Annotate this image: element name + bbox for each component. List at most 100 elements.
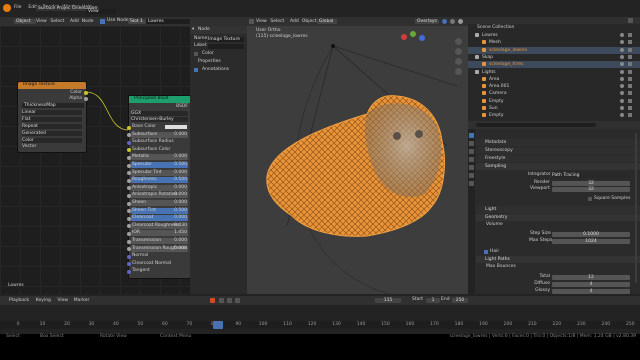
bsdf-input-row[interactable]: Anisotropic Rotation 0.000	[131, 192, 188, 199]
menu-file[interactable]: File	[14, 5, 22, 10]
properties-section-header[interactable]: Stereoscopy	[476, 147, 640, 154]
render-visibility-icon[interactable]	[628, 33, 632, 37]
view-layer-tab-icon[interactable]	[469, 149, 474, 154]
jump-start-icon[interactable]	[210, 298, 215, 303]
menu-select[interactable]: Select	[270, 19, 284, 24]
color-space-dropdown[interactable]: Color	[22, 138, 82, 143]
node-name-field[interactable]: Image Texture	[208, 37, 244, 42]
use-nodes-checkbox[interactable]	[100, 19, 105, 24]
menu-playback[interactable]: Playback	[9, 298, 29, 303]
render-visibility-icon[interactable]	[628, 69, 632, 74]
outliner-item[interactable]: Sun	[468, 105, 640, 112]
visibility-icon[interactable]	[620, 76, 624, 81]
visibility-icon[interactable]	[620, 106, 624, 110]
scene-tab-icon[interactable]	[469, 157, 474, 162]
playhead[interactable]	[213, 321, 223, 329]
visibility-icon[interactable]	[620, 40, 624, 45]
render-visibility-icon[interactable]	[628, 47, 632, 52]
start-frame-field[interactable]: 1	[426, 298, 440, 303]
shading-solid-icon[interactable]	[442, 19, 447, 24]
timeline-ruler[interactable]: 0102030405060708090100110120130140150160…	[0, 321, 640, 329]
image-texture-node[interactable]: Image Texture Color Alpha ThicknessMap L…	[18, 82, 88, 152]
editor-type-dropdown[interactable]: Object	[14, 19, 36, 24]
image-selector[interactable]: ThicknessMap	[22, 103, 84, 108]
object-tab-icon[interactable]	[469, 173, 474, 178]
world-tab-icon[interactable]	[469, 165, 474, 170]
interpolation-dropdown[interactable]: Linear	[22, 110, 82, 115]
bsdf-input-row[interactable]: IOR 1.450	[131, 230, 188, 237]
bsdf-input-row[interactable]: Base Color	[131, 124, 188, 130]
bsdf-input-row[interactable]: Subsurface 0.000	[131, 131, 188, 138]
outliner-item[interactable]: Camera	[468, 90, 640, 97]
bsdf-input-row[interactable]: Clearcoat 0.000	[131, 215, 188, 222]
render-tab-icon[interactable]	[469, 133, 474, 138]
outliner-item[interactable]: Skap	[468, 54, 640, 61]
shading-material-icon[interactable]	[450, 19, 455, 24]
jump-end-icon[interactable]	[235, 298, 240, 303]
projection-dropdown[interactable]: Flat	[22, 117, 82, 122]
volume-subpanel[interactable]: Volume	[486, 222, 503, 228]
render-visibility-icon[interactable]	[628, 84, 632, 89]
color-checkbox[interactable]	[194, 52, 198, 56]
menu-view[interactable]: View	[36, 19, 47, 24]
integrator-dropdown[interactable]: Path Tracing	[552, 173, 630, 178]
bsdf-input-row[interactable]: Specular 0.500	[131, 162, 188, 168]
outliner-item[interactable]: Empty	[468, 98, 640, 105]
menu-select[interactable]: Select	[50, 19, 64, 24]
play-reverse-icon[interactable]	[219, 298, 224, 303]
bsdf-input-row[interactable]: Clearcoat Normal	[131, 261, 188, 267]
color-swatch[interactable]	[165, 125, 187, 129]
outliner-item[interactable]: Lowres	[468, 32, 640, 39]
max-steps-field[interactable]: 1024	[552, 239, 630, 244]
geometry-panel-header[interactable]: Geometry	[476, 214, 640, 221]
render-visibility-icon[interactable]	[628, 62, 632, 67]
bsdf-input-row[interactable]: Subsurface Radius	[131, 139, 188, 145]
source-dropdown[interactable]: Generated	[22, 131, 82, 136]
visibility-icon[interactable]	[620, 113, 624, 118]
bounce-value-field[interactable]: 4	[552, 281, 630, 287]
bsdf-input-row[interactable]: Anisotropic 0.000	[131, 184, 188, 191]
bsdf-input-row[interactable]: Clearcoat Roughness 0.030	[131, 222, 188, 229]
step-size-field[interactable]: 0.1000	[552, 232, 630, 237]
bsdf-input-row[interactable]: Tangent	[131, 268, 188, 274]
menu-marker[interactable]: Marker	[74, 298, 90, 303]
menu-keying[interactable]: Keying	[36, 298, 51, 303]
menu-node[interactable]: Node	[82, 19, 94, 24]
play-icon[interactable]	[227, 298, 232, 303]
current-frame-field[interactable]: 115	[375, 298, 401, 303]
viewport-samples-field[interactable]: 32	[552, 187, 630, 192]
visibility-icon[interactable]	[620, 69, 624, 74]
outliner-item[interactable]: scleelage_lowres	[468, 46, 640, 54]
bsdf-input-row[interactable]: Metallic 0.000	[131, 154, 188, 161]
blender-logo-icon[interactable]	[3, 4, 11, 12]
light-panel-header[interactable]: Light	[476, 206, 640, 213]
node-section-header[interactable]: ▾ Node	[190, 26, 247, 34]
bsdf-input-row[interactable]: Specular Tint 0.000	[131, 169, 188, 176]
properties-section[interactable]: Properties	[198, 59, 221, 65]
output-tab-icon[interactable]	[469, 141, 474, 146]
render-visibility-icon[interactable]	[628, 54, 632, 59]
search-input[interactable]	[476, 123, 596, 127]
workspace-tab[interactable]: Surface Project	[36, 6, 74, 11]
orientation-dropdown[interactable]: Global	[317, 19, 337, 24]
max-bounces-subpanel[interactable]: Max Bounces	[486, 264, 516, 270]
end-frame-field[interactable]: 250	[452, 298, 468, 303]
overlays-button[interactable]: Overlays	[415, 19, 439, 24]
material-selector[interactable]: Lowres	[146, 19, 190, 24]
outliner-item[interactable]: Mesh	[468, 39, 640, 46]
bsdf-input-row[interactable]: Sheen Tint 0.500	[131, 207, 188, 214]
distribution-dropdown[interactable]: GGX	[131, 111, 188, 116]
outliner-item[interactable]: Lights	[468, 69, 640, 76]
properties-section-header[interactable]: Metadata	[476, 139, 640, 146]
node-editor-canvas[interactable]: Image Texture Color Alpha ThicknessMap L…	[0, 26, 190, 294]
material-tab-icon[interactable]	[469, 181, 474, 186]
hair-checkbox[interactable]	[484, 250, 488, 254]
visibility-icon[interactable]	[620, 84, 624, 89]
render-visibility-icon[interactable]	[628, 106, 632, 110]
socket-icon[interactable]	[84, 97, 88, 101]
3d-viewport[interactable]: User Ortho (115) scleelage_lowres	[247, 26, 468, 294]
render-visibility-icon[interactable]	[628, 91, 632, 96]
visibility-icon[interactable]	[620, 54, 624, 59]
view-layer-selector[interactable]: View	[86, 9, 116, 14]
render-visibility-icon[interactable]	[628, 113, 632, 118]
